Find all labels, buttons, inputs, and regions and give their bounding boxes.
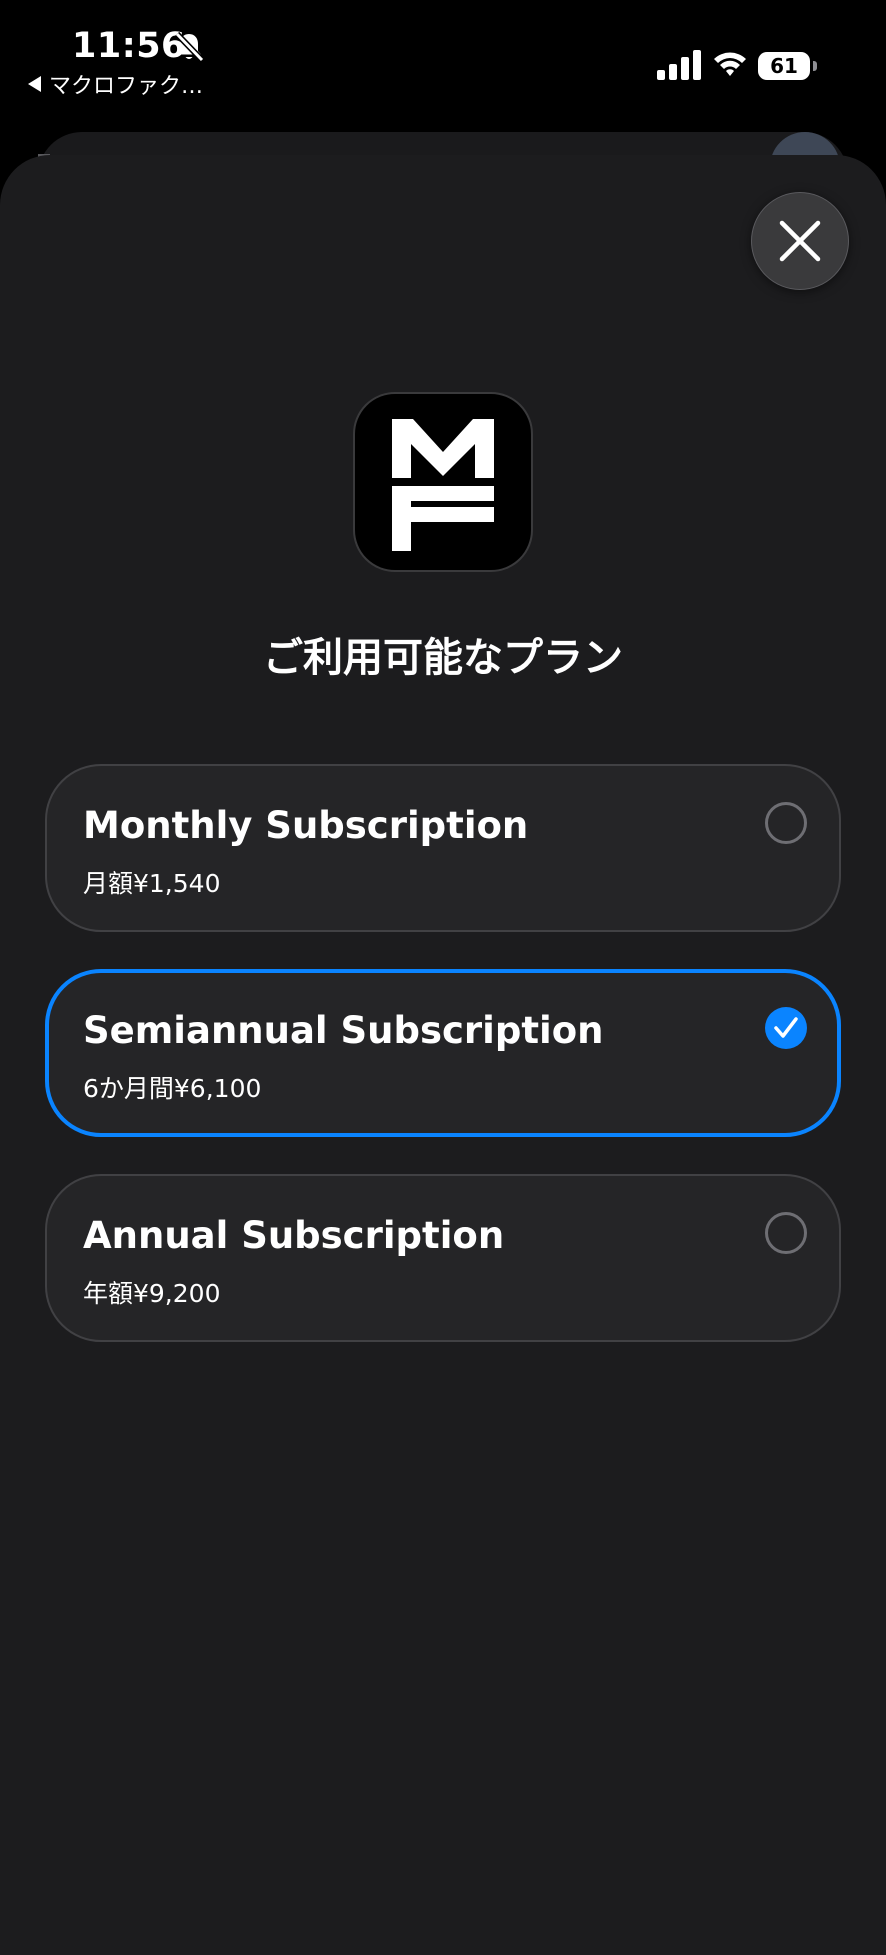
close-icon — [779, 220, 821, 262]
plan-option-semiannual[interactable]: Semiannual Subscription 6か月間¥6,100 — [45, 969, 841, 1137]
back-app-label: マクロファク… — [49, 74, 204, 99]
bell-slash-icon — [174, 31, 205, 63]
plan-title: Annual Subscription — [83, 1214, 505, 1257]
radio-checked[interactable] — [765, 1007, 807, 1049]
plan-option-annual[interactable]: Annual Subscription 年額¥9,200 — [45, 1174, 841, 1342]
battery-level: 61 — [758, 52, 810, 80]
plan-title: Monthly Subscription — [83, 804, 529, 847]
close-button[interactable] — [751, 192, 849, 290]
plan-price: 年額¥9,200 — [83, 1279, 221, 1308]
checkmark-icon — [774, 1017, 798, 1038]
plan-price: 6か月間¥6,100 — [83, 1074, 262, 1103]
page-title: ご利用可能なプラン — [263, 635, 623, 681]
battery-cap — [813, 61, 817, 71]
radio-unchecked-icon[interactable] — [765, 1212, 807, 1254]
wifi-icon — [714, 52, 746, 76]
status-bar: 11:56 マクロファク… 61 — [0, 0, 886, 110]
back-triangle-icon — [28, 76, 41, 92]
plan-price: 月額¥1,540 — [83, 869, 221, 898]
mf-logo-icon — [392, 419, 494, 551]
plan-option-monthly[interactable]: Monthly Subscription 月額¥1,540 — [45, 764, 841, 932]
radio-unchecked-icon[interactable] — [765, 802, 807, 844]
status-time: 11:56 — [72, 26, 186, 66]
plan-title: Semiannual Subscription — [83, 1009, 604, 1052]
back-to-app-link[interactable]: マクロファク… — [28, 68, 203, 100]
cellular-signal-icon — [657, 50, 701, 80]
battery-icon: 61 — [758, 52, 818, 80]
app-logo — [353, 392, 533, 572]
